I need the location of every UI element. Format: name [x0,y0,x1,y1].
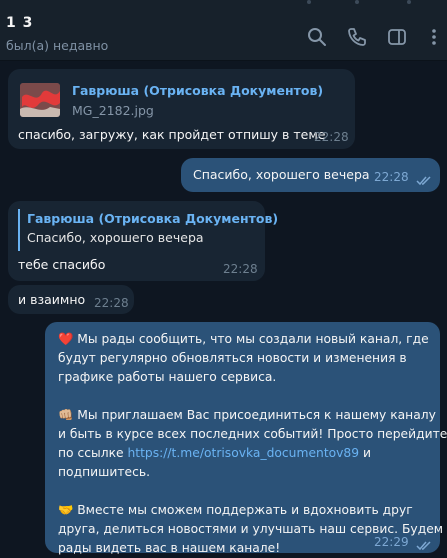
text-line: будут регулярно обновляться новости и из… [58,351,407,365]
message-text: и взаимно [18,292,86,307]
message-bubble[interactable]: и взаимно 22:28 [8,285,134,314]
reply-quote[interactable]: Гаврюша (Отрисовка Документов) Спасибо, … [18,209,278,251]
text-line: ❤️ Мы рады сообщить, что мы создали новы… [58,332,429,346]
message-time: 22:28 [223,262,258,276]
message-bubble[interactable]: Гаврюша (Отрисовка Документов) MG_2182.j… [8,69,355,149]
file-thumbnail [20,83,60,117]
reply-text: Спасибо, хорошего вечера [27,230,204,245]
message-bubble[interactable]: ❤️ Мы рады сообщить, что мы создали новы… [45,322,447,555]
text-line: 🤝 Вместе мы сможем поддержать и вдохнови… [58,503,413,517]
message-text: ❤️ Мы рады сообщить, что мы создали новы… [58,330,447,558]
last-seen-status: был(а) недавно [6,38,109,53]
reply-author: Гаврюша (Отрисовка Документов) [27,211,279,226]
reply-file-name: MG_2182.jpg [72,103,154,118]
message-text: тебе спасибо [18,257,106,272]
phone-icon[interactable] [346,26,368,48]
message-list[interactable]: Гаврюша (Отрисовка Документов) MG_2182.j… [0,61,447,558]
message-time: 22:28 [94,296,129,310]
window-dot [355,0,359,4]
text-line: подпишитесь. [58,465,150,479]
handshake-emoji: 🤝 [58,503,74,517]
text-line: по ссылке https://t.me/otrisovka_documen… [58,446,372,460]
fist-bump-emoji: 👊🏼 [58,408,74,422]
heart-emoji: ❤️ [58,332,74,346]
sidebar-toggle-icon[interactable] [386,26,408,48]
message-time: 22:28 [374,170,409,184]
reply-author: Гаврюша (Отрисовка Документов) [72,83,324,98]
chat-title[interactable]: 1 3 [6,15,33,31]
channel-link[interactable]: https://t.me/otrisovka_documentov89 [127,446,359,460]
window-dot [307,0,311,4]
message-bubble[interactable]: Гаврюша (Отрисовка Документов) Спасибо, … [8,201,278,281]
message-text: Спасибо, хорошего вечера [193,167,370,182]
read-check-icon [416,537,432,551]
read-check-icon [416,172,432,186]
search-icon[interactable] [306,26,328,48]
message-text: спасибо, загружу, как пройдет отпишу в т… [18,127,326,142]
window-dot [407,0,411,4]
text-line: и быть в курсе всех последних событий! П… [58,427,447,441]
message-time: 22:28 [314,130,349,144]
message-time: 22:29 [374,535,409,549]
text-line: графике работы нашего сервиса. [58,370,277,384]
message-bubble[interactable]: Спасибо, хорошего вечера 22:28 [181,158,440,192]
text-line: 👊🏼 Мы приглашаем Вас присоединиться к на… [58,408,436,422]
chat-header: 1 3 был(а) недавно [0,0,447,61]
more-icon[interactable] [423,26,445,48]
